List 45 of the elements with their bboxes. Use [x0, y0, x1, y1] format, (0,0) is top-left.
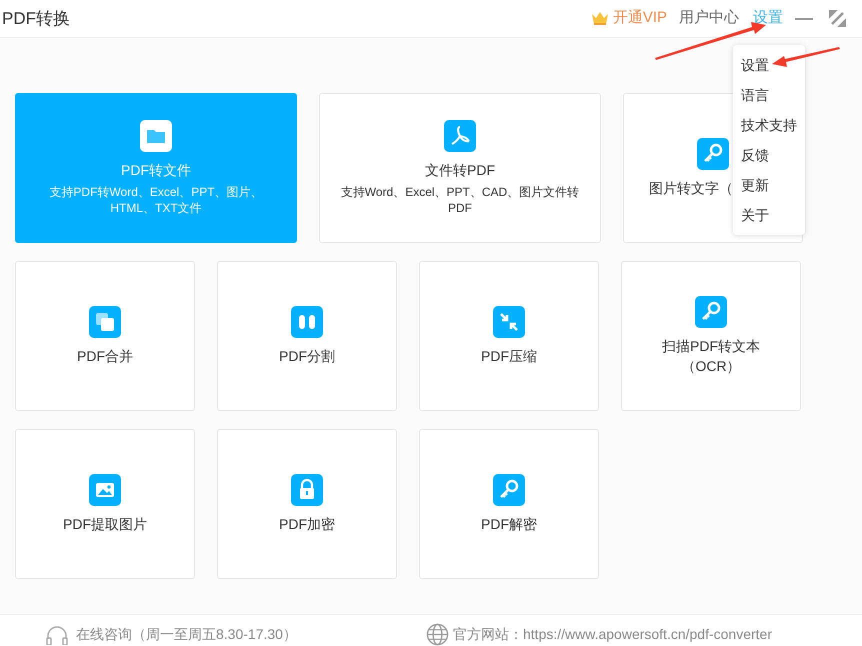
crown-icon	[590, 11, 609, 26]
tool-card[interactable]: PDF解密	[419, 429, 599, 579]
card-title: 图片转文字（	[649, 179, 733, 198]
menu-item[interactable]: 更新	[733, 170, 805, 200]
maximize-icon[interactable]	[829, 10, 846, 27]
window-title: PDF转换	[2, 8, 70, 30]
user-center-link[interactable]: 用户中心	[679, 7, 739, 30]
key-icon	[697, 138, 729, 170]
lock-icon	[291, 474, 323, 506]
card-title: PDF合并	[77, 347, 133, 366]
card-description: 支持PDF转Word、Excel、PPT、图片、HTML、TXT文件	[48, 184, 264, 216]
key-icon	[493, 474, 525, 506]
menu-item[interactable]: 设置	[733, 50, 805, 80]
tool-card[interactable]: 扫描PDF转文本（OCR）	[621, 261, 801, 411]
image-icon	[89, 474, 121, 506]
card-description: 支持Word、Excel、PPT、CAD、图片文件转PDF	[340, 184, 580, 216]
tool-card[interactable]: PDF合并	[15, 261, 195, 411]
annotation-arrow	[772, 47, 840, 67]
menu-item[interactable]: 反馈	[733, 140, 805, 170]
folder-icon	[140, 120, 172, 152]
card-title: PDF压缩	[481, 347, 537, 366]
website-link[interactable]: 官方网站：https://www.apowersoft.cn/pdf-converter	[453, 624, 772, 645]
card-title: PDF解密	[481, 515, 537, 534]
card-title: PDF加密	[279, 515, 335, 534]
card-title: PDF转文件	[121, 161, 191, 180]
card-title: 扫描PDF转文本（OCR）	[661, 337, 761, 376]
tool-card[interactable]: 文件转PDF 支持Word、Excel、PPT、CAD、图片文件转PDF	[319, 93, 601, 243]
compress-icon	[493, 306, 525, 338]
tool-card[interactable]: PDF压缩	[419, 261, 599, 411]
menu-item[interactable]: 关于	[733, 200, 805, 230]
tool-card[interactable]: PDF分割	[217, 261, 397, 411]
card-title: PDF分割	[279, 347, 335, 366]
support-hours: 在线咨询（周一至周五8.30-17.30）	[76, 625, 297, 644]
pdf-icon	[444, 120, 476, 152]
layers-icon	[89, 306, 121, 338]
globe-icon	[426, 623, 449, 646]
tool-card[interactable]: PDF提取图片	[15, 429, 195, 579]
split-icon	[291, 306, 323, 338]
card-title: PDF提取图片	[63, 515, 147, 534]
tool-card[interactable]: PDF加密	[217, 429, 397, 579]
headset-icon	[45, 624, 69, 644]
key-icon	[695, 296, 727, 328]
menu-item[interactable]: 技术支持	[733, 110, 805, 140]
minimize-icon[interactable]	[795, 18, 813, 20]
card-title: 文件转PDF	[425, 161, 495, 180]
